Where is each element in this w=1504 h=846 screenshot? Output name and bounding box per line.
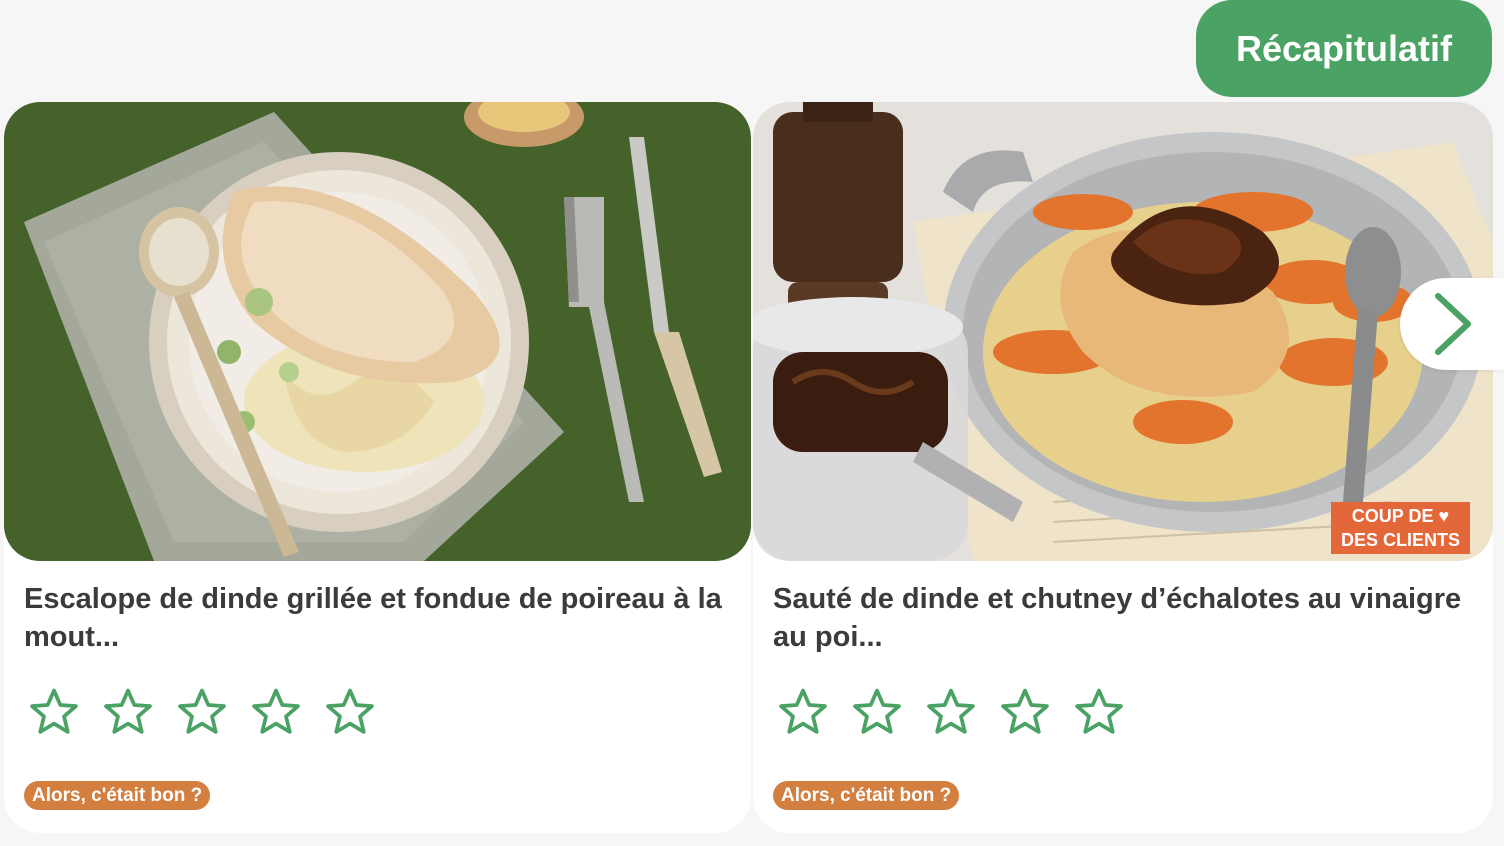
recipe-card[interactable]: COUP DE ♥ DES CLIENTS Sauté de dinde et … xyxy=(753,102,1493,833)
recipe-title[interactable]: Sauté de dinde et chutney d’échalotes au… xyxy=(773,580,1473,656)
rating-stars[interactable] xyxy=(775,684,1127,740)
recipe-card[interactable]: Escalope de dinde grillée et fondue de p… xyxy=(4,102,751,833)
promo-line-2: DES CLIENTS xyxy=(1340,530,1460,550)
star-outline-icon[interactable] xyxy=(1071,684,1127,740)
promo-line-1: COUP DE ♥ xyxy=(1351,506,1450,526)
star-outline-icon[interactable] xyxy=(248,684,304,740)
carousel-next-button[interactable] xyxy=(1400,278,1504,370)
chevron-right-icon xyxy=(1435,293,1471,355)
recipe-image[interactable]: COUP DE ♥ DES CLIENTS xyxy=(753,102,1493,561)
star-outline-icon[interactable] xyxy=(775,684,831,740)
feedback-badge[interactable]: Alors, c'était bon ? xyxy=(773,781,960,810)
feedback-badge[interactable]: Alors, c'était bon ? xyxy=(24,781,211,810)
star-outline-icon[interactable] xyxy=(849,684,905,740)
star-outline-icon[interactable] xyxy=(997,684,1053,740)
star-outline-icon[interactable] xyxy=(923,684,979,740)
heart-icon: ♥ xyxy=(1438,506,1450,526)
recap-button[interactable]: Récapitulatif xyxy=(1196,0,1492,97)
star-outline-icon[interactable] xyxy=(100,684,156,740)
rating-stars[interactable] xyxy=(26,684,378,740)
star-outline-icon[interactable] xyxy=(26,684,82,740)
recipe-title[interactable]: Escalope de dinde grillée et fondue de p… xyxy=(24,580,731,656)
promo-badge: COUP DE ♥ DES CLIENTS xyxy=(1331,502,1470,554)
star-outline-icon[interactable] xyxy=(174,684,230,740)
star-outline-icon[interactable] xyxy=(322,684,378,740)
recipe-image[interactable] xyxy=(4,102,751,561)
